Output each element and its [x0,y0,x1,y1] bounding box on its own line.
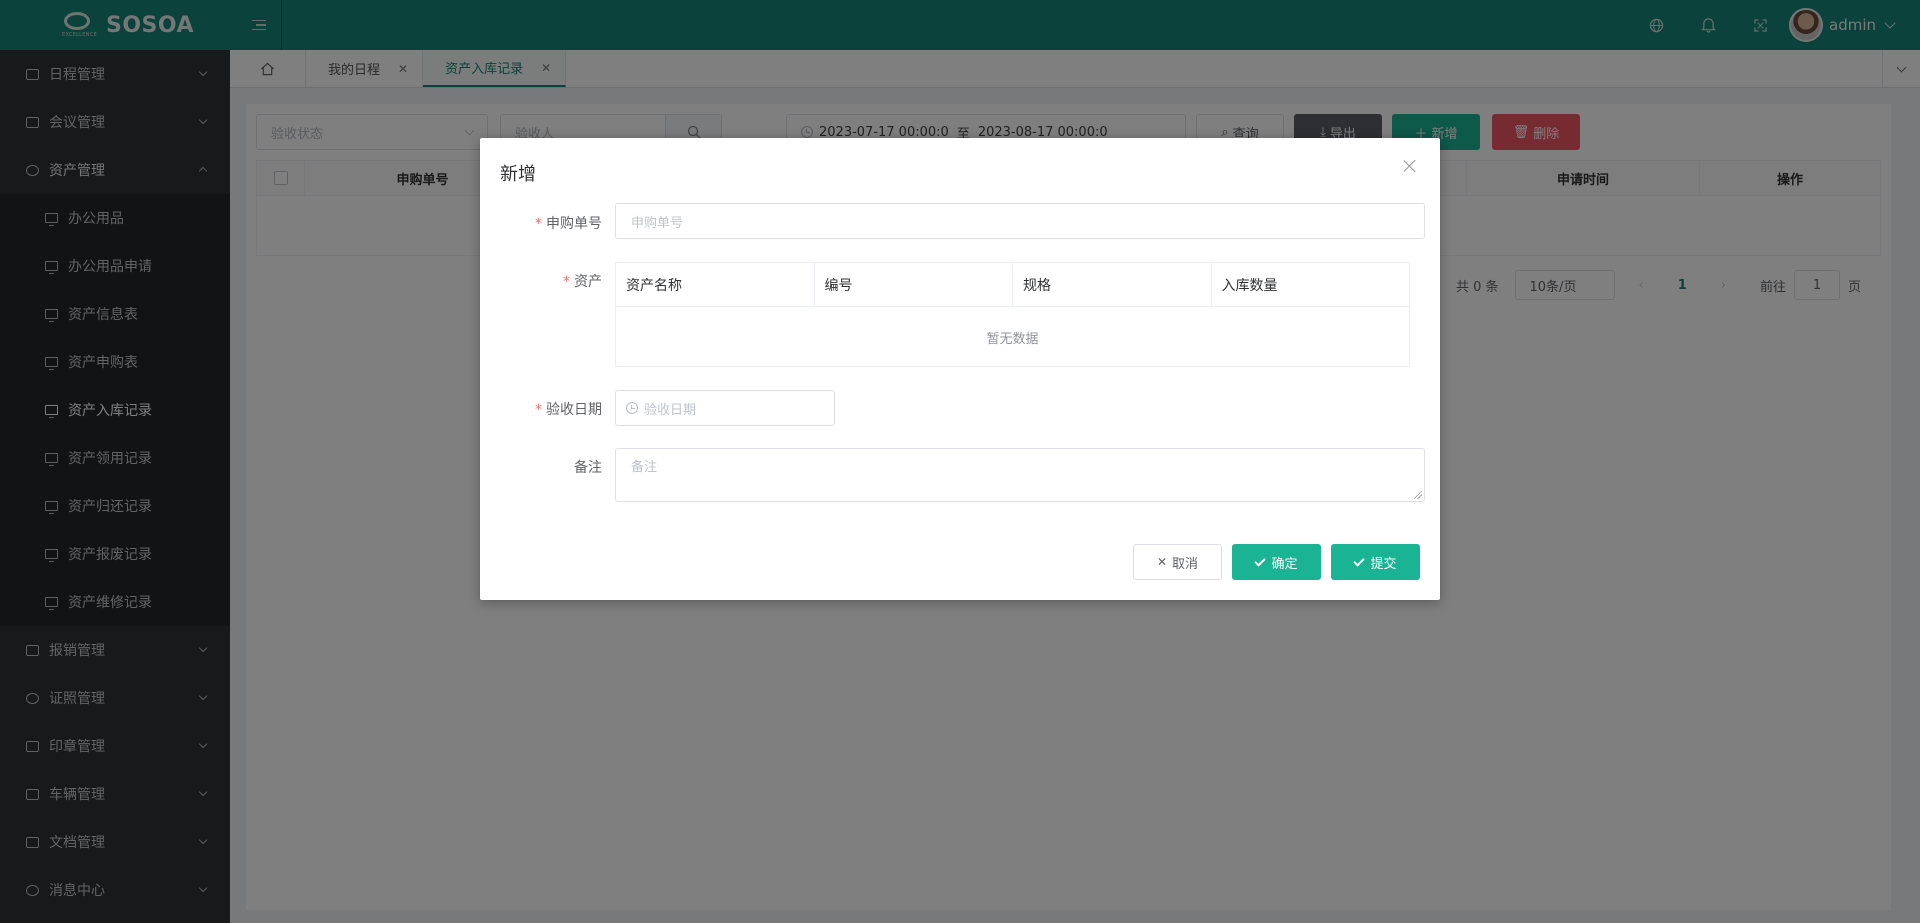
check-icon [1254,554,1267,567]
asset-table: 资产名称 编号 规格 入库数量 暂无数据 [615,262,1410,367]
cancel-label: 取消 [1172,556,1199,572]
accept-date-label: * 验收日期 [535,402,602,418]
add-dialog: 新增 * 申购单号 申购单号 * 资产 资产名称 编号 规格 入库数量 暂无数据 *… [480,138,1440,600]
close-icon: ✕ [1156,555,1168,569]
submit-label: 提交 [1370,556,1397,572]
column-header: 资产名称 [616,263,815,306]
submit-button[interactable]: 提交 [1331,544,1420,580]
asset-label: * 资产 [563,274,602,290]
column-header: 编号 [815,263,1013,306]
remark-label: 备注 [574,460,602,476]
resize-handle-icon[interactable] [1414,491,1422,499]
purchase-no-label: * 申购单号 [535,216,602,232]
asset-table-header: 资产名称 编号 规格 入库数量 [616,263,1409,307]
column-header: 入库数量 [1221,277,1278,294]
confirm-label: 确定 [1271,556,1298,572]
column-header: 规格 [1013,263,1212,306]
close-icon[interactable] [1402,158,1418,174]
empty-text: 暂无数据 [986,331,1039,347]
accept-date-picker[interactable]: 验收日期 [615,390,835,426]
purchase-no-placeholder: 申购单号 [631,215,684,231]
clock-icon [626,402,638,414]
purchase-no-input[interactable]: 申购单号 [615,203,1425,239]
cancel-button[interactable]: ✕ 取消 [1133,544,1222,580]
check-icon [1353,554,1366,567]
remark-placeholder: 备注 [631,460,658,475]
remark-textarea[interactable]: 备注 [615,448,1425,502]
confirm-button[interactable]: 确定 [1232,544,1321,580]
accept-date-placeholder: 验收日期 [644,402,697,418]
dialog-title: 新增 [500,164,536,185]
